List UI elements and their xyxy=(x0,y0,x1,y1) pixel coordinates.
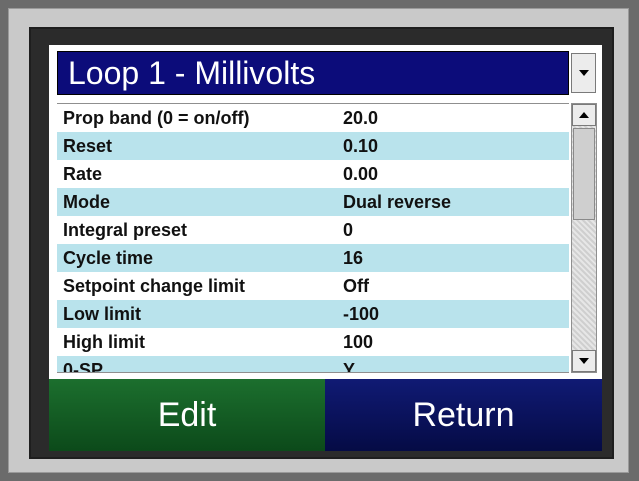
parameter-value: Y xyxy=(343,360,356,373)
arrow-up-icon xyxy=(579,112,589,118)
parameter-value: Dual reverse xyxy=(343,192,452,212)
parameter-value: 0.00 xyxy=(343,164,379,184)
parameter-value: 100 xyxy=(343,332,374,352)
parameter-name: Mode xyxy=(63,192,110,212)
loop-title: Loop 1 - Millivolts xyxy=(68,55,316,91)
parameter-value: 0.10 xyxy=(343,136,379,156)
parameter-value: Off xyxy=(343,276,369,296)
scroll-up-button[interactable] xyxy=(572,104,596,126)
list-item[interactable]: Low limit -100 xyxy=(57,300,569,328)
parameter-value: 20.0 xyxy=(343,108,379,128)
scrollbar-thumb[interactable] xyxy=(573,128,595,220)
parameter-value: 16 xyxy=(343,248,364,268)
list-item[interactable]: Cycle time 16 xyxy=(57,244,569,272)
parameter-name: Integral preset xyxy=(63,220,188,240)
list-item[interactable]: 0-SP Y xyxy=(57,356,569,373)
parameter-name: Rate xyxy=(63,164,103,184)
list-item[interactable]: Integral preset 0 xyxy=(57,216,569,244)
list-item[interactable]: Setpoint change limit Off xyxy=(57,272,569,300)
edit-button[interactable]: Edit xyxy=(49,379,325,451)
parameter-name: Cycle time xyxy=(63,248,154,268)
parameter-name: High limit xyxy=(63,332,145,352)
chevron-down-icon xyxy=(579,70,589,76)
touch-screen: Loop 1 - Millivolts Prop band (0 = on/of… xyxy=(29,27,614,459)
parameter-name: 0-SP xyxy=(63,360,104,373)
parameter-value: -100 xyxy=(343,304,380,324)
scroll-down-button[interactable] xyxy=(572,350,596,372)
parameter-name: Setpoint change limit xyxy=(63,276,246,296)
parameter-name: Low limit xyxy=(63,304,141,324)
parameter-list[interactable]: Prop band (0 = on/off) 20.0 Reset 0.10 R… xyxy=(57,103,569,373)
loop-settings-panel: Loop 1 - Millivolts Prop band (0 = on/of… xyxy=(49,45,602,451)
loop-select-dropdown[interactable]: Loop 1 - Millivolts xyxy=(57,51,569,95)
parameter-name: Reset xyxy=(63,136,113,156)
parameter-name: Prop band (0 = on/off) xyxy=(63,108,250,128)
dropdown-button[interactable] xyxy=(571,53,596,93)
list-item[interactable]: Prop band (0 = on/off) 20.0 xyxy=(57,104,569,132)
list-item[interactable]: Rate 0.00 xyxy=(57,160,569,188)
list-item[interactable]: Reset 0.10 xyxy=(57,132,569,160)
return-button[interactable]: Return xyxy=(325,379,602,451)
device-bezel: Loop 1 - Millivolts Prop band (0 = on/of… xyxy=(0,0,639,481)
list-scrollbar[interactable] xyxy=(571,103,597,373)
list-item[interactable]: High limit 100 xyxy=(57,328,569,356)
arrow-down-icon xyxy=(579,358,589,364)
device-frame: Loop 1 - Millivolts Prop band (0 = on/of… xyxy=(8,8,629,473)
parameter-value: 0 xyxy=(343,220,354,240)
list-item[interactable]: Mode Dual reverse xyxy=(57,188,569,216)
